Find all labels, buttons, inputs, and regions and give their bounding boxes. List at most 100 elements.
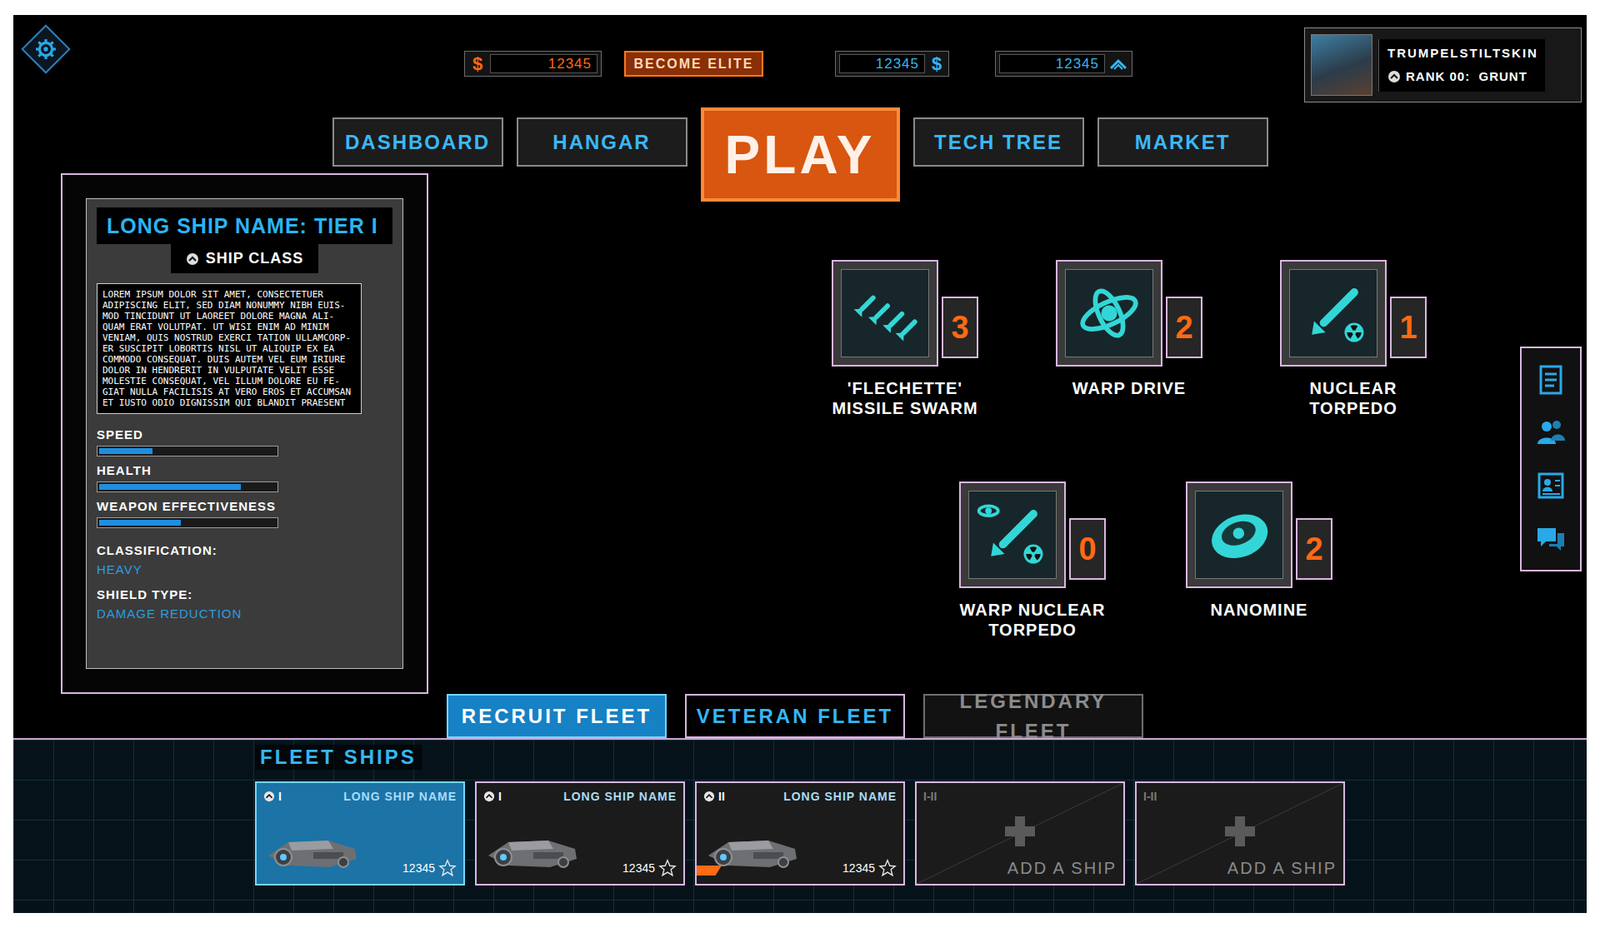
people-icon[interactable]	[1534, 415, 1568, 450]
weapon-card[interactable]: 2NANOMINE	[1185, 481, 1333, 620]
ship-icon	[263, 830, 364, 875]
fleet-tab-label: RECRUIT FLEET	[461, 701, 652, 732]
ship-card[interactable]: I LONG SHIP NAME 12345	[255, 781, 465, 886]
document-icon[interactable]	[1534, 363, 1568, 397]
slot-footer: ADD A SHIP	[923, 859, 1117, 878]
fleet-tab: LEGENDARY FLEET	[923, 694, 1144, 739]
ship-value: 12345	[842, 859, 897, 878]
nav-button[interactable]: HANGAR	[516, 117, 688, 167]
game-frame: $ 12345 BECOME ELITE 12345 $ 12345 TRUMP…	[13, 15, 1587, 914]
add-ship-card[interactable]: I-II ADD A SHIP	[915, 781, 1125, 886]
classification-value: HEAVY	[96, 560, 393, 580]
stat-track	[96, 517, 279, 529]
weapon-count: 2	[1295, 518, 1333, 580]
chevron-up-icon	[1105, 58, 1132, 70]
mine-icon	[1195, 490, 1284, 580]
ship-description: LOREM IPSUM DOLOR SIT AMET, CONSECTETUER…	[96, 283, 362, 415]
premium-value: 12345	[490, 54, 598, 74]
tier: I	[483, 790, 502, 804]
ship-card[interactable]: I LONG SHIP NAME 12345	[475, 781, 685, 886]
weapons-area: 3'FLECHETTE' MISSILE SWARM 2WARP DRIVE 1NU…	[831, 173, 1432, 695]
ship-class: SHIP CLASS	[205, 247, 305, 270]
weapon-frame	[1055, 260, 1163, 367]
fleet-ships-title: FLEET SHIPS	[255, 745, 422, 770]
ship-card-list: I LONG SHIP NAME 12345 I LONG SHIP NAME 12345…	[13, 781, 1587, 886]
card-content: I-IIADD A SHIP	[1136, 783, 1344, 885]
nav-button[interactable]: TECH TREE	[913, 117, 1085, 167]
tier-icon	[703, 790, 715, 803]
stat-label: WEAPON EFFECTIVENESS	[96, 499, 393, 515]
add-ship-card[interactable]: I-IIADD A SHIP	[1135, 781, 1345, 886]
add-ship-label: ADD A SHIP	[1007, 859, 1117, 878]
weapon-card[interactable]: 2WARP DRIVE	[1055, 260, 1203, 399]
ship-value-text: 12345	[842, 861, 875, 875]
slot-body	[1143, 803, 1337, 860]
weapon-card[interactable]: 3'FLECHETTE' MISSILE SWARM	[831, 260, 979, 419]
stat-fill	[99, 520, 181, 526]
weapon-slot: 2	[1185, 481, 1333, 589]
weapon-slot: 0	[959, 481, 1106, 589]
fleet-ships-area: FLEET SHIPS I LONG SHIP NAME 12345 I LONG SH…	[13, 740, 1587, 914]
weapon-name: NANOMINE	[1180, 600, 1339, 620]
slot-footer: ADD A SHIP	[1143, 859, 1337, 878]
weapon-card[interactable]: 0WARP NUCLEAR TORPEDO	[959, 481, 1106, 640]
fleet-tab[interactable]: RECRUIT FLEET	[446, 694, 667, 739]
settings-button[interactable]	[20, 24, 70, 74]
play-button[interactable]: PLAY	[700, 107, 900, 202]
tier-icon	[263, 790, 275, 803]
stat-fill	[99, 484, 241, 490]
tier: II	[703, 790, 725, 804]
plus-icon	[1221, 813, 1259, 850]
chat-icon[interactable]	[1534, 521, 1568, 555]
ship-name: LONG SHIP NAME	[563, 790, 677, 804]
tier: I	[263, 790, 282, 804]
stat-track	[96, 445, 279, 457]
stat-row: WEAPON EFFECTIVENESS	[96, 499, 393, 529]
stat-fill	[99, 448, 153, 455]
card-header: I LONG SHIP NAME	[263, 790, 457, 804]
weapon-slot: 3	[831, 260, 979, 367]
star-icon	[438, 859, 457, 878]
weapon-count: 3	[941, 296, 979, 359]
card-content: I LONG SHIP NAME 12345	[476, 783, 684, 885]
ship-value: 12345	[622, 859, 677, 878]
id-card-icon[interactable]	[1534, 469, 1568, 503]
star-icon	[878, 859, 897, 878]
become-elite-button[interactable]: BECOME ELITE	[624, 50, 764, 77]
gear-icon	[35, 38, 57, 60]
classification-label: CLASSIFICATION:	[96, 541, 393, 561]
card-content: II LONG SHIP NAME 12345	[696, 783, 904, 885]
currency-bar: $ 12345 BECOME ELITE 12345 $ 12345	[290, 15, 1303, 105]
premium-currency: $ 12345	[464, 50, 602, 77]
fleet-tabs: RECRUIT FLEET VETERAN FLEET LEGENDARY FLEE…	[13, 694, 1587, 740]
player-profile[interactable]: TRUMPELSTILTSKIN RANK 00: GRUNT	[1304, 27, 1582, 103]
fleet-tab[interactable]: VETERAN FLEET	[685, 694, 905, 739]
side-menu	[1520, 346, 1582, 572]
card-body: 12345	[263, 803, 457, 878]
ship-class-icon	[185, 252, 200, 266]
weapon-frame	[959, 481, 1066, 589]
fleet-tab-label: LEGENDARY FLEET	[925, 686, 1142, 747]
card-body: 12345	[483, 803, 677, 878]
ship-name: LONG SHIP NAME	[343, 790, 457, 804]
nav-button[interactable]: DASHBOARD	[332, 117, 504, 167]
ship-card[interactable]: II LONG SHIP NAME 12345	[695, 781, 905, 886]
top-bar: $ 12345 BECOME ELITE 12345 $ 12345 TRUMP…	[13, 15, 1587, 105]
weapon-slot: 2	[1055, 260, 1203, 367]
stat-label: SPEED	[96, 427, 393, 443]
card-body: 12345	[703, 803, 897, 878]
weapon-slot: 1	[1280, 260, 1427, 367]
nav-button[interactable]: MARKET	[1097, 117, 1269, 167]
credits-currency: 12345 $	[835, 50, 950, 77]
ship-tier: II	[718, 790, 725, 804]
ship-name: LONG SHIP NAME	[783, 790, 897, 804]
missiles-icon	[840, 269, 930, 358]
ship-icon	[483, 830, 584, 875]
weapon-name: WARP NUCLEAR TORPEDO	[953, 600, 1112, 640]
card-content: I LONG SHIP NAME 12345	[256, 783, 464, 885]
tier-icon	[483, 790, 495, 803]
stat-track	[96, 481, 279, 493]
weapon-card[interactable]: 1NUCLEAR TORPEDO	[1280, 260, 1427, 419]
ship-value-text: 12345	[402, 861, 435, 875]
slot-tier: I-II	[923, 790, 1117, 804]
